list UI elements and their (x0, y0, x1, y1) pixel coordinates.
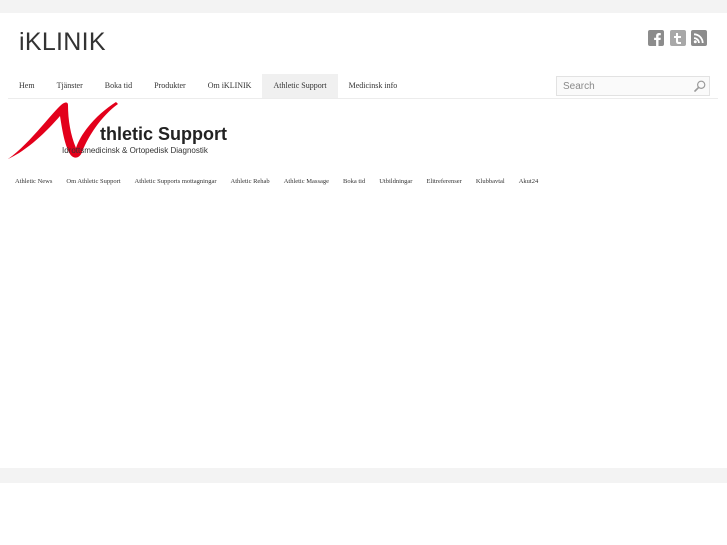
logo-tagline: Idrottsmedicinsk & Ortopedisk Diagnostik (62, 146, 208, 155)
search-input[interactable] (563, 79, 683, 93)
subnav-item-boka-tid[interactable]: Boka tid (336, 176, 372, 188)
twitter-icon[interactable] (670, 30, 686, 46)
athletic-support-logo[interactable]: thletic Support Idrottsmedicinsk & Ortop… (8, 100, 238, 162)
main-nav: Hem Tjänster Boka tid Produkter Om iKLIN… (8, 74, 408, 98)
subnav-item-utbildningar[interactable]: Utbildningar (372, 176, 419, 188)
nav-item-produkter[interactable]: Produkter (143, 74, 197, 98)
footer-strip (0, 468, 727, 483)
nav-item-athletic-support[interactable]: Athletic Support (262, 74, 338, 98)
nav-divider (8, 98, 718, 99)
top-strip (0, 0, 727, 13)
nav-item-hem[interactable]: Hem (8, 74, 46, 98)
facebook-icon[interactable] (648, 30, 664, 46)
subnav-item-athletic-massage[interactable]: Athletic Massage (277, 176, 336, 188)
subnav-item-akut24[interactable]: Akut24 (512, 176, 546, 188)
subnav-item-athletic-news[interactable]: Athletic News (8, 176, 59, 188)
subnav-item-klubbavtal[interactable]: Klubbavtal (469, 176, 512, 188)
search-box (556, 76, 710, 96)
subnav-item-athletic-rehab[interactable]: Athletic Rehab (224, 176, 277, 188)
sub-nav: Athletic News Om Athletic Support Athlet… (8, 176, 545, 188)
logo-wordmark: thletic Support (100, 124, 227, 144)
subnav-item-om-athletic-support[interactable]: Om Athletic Support (59, 176, 127, 188)
nav-item-tjanster[interactable]: Tjänster (46, 74, 94, 98)
subnav-item-elitreferenser[interactable]: Elitreferenser (419, 176, 468, 188)
nav-item-om-iklinik[interactable]: Om iKLINIK (197, 74, 263, 98)
site-brand[interactable]: iKLINIK (19, 28, 106, 56)
rss-icon[interactable] (691, 30, 707, 46)
subnav-item-mottagningar[interactable]: Athletic Supports mottagningar (128, 176, 224, 188)
nav-item-boka-tid[interactable]: Boka tid (94, 74, 143, 98)
nav-item-medicinsk-info[interactable]: Medicinsk info (338, 74, 409, 98)
search-icon[interactable] (694, 80, 706, 92)
